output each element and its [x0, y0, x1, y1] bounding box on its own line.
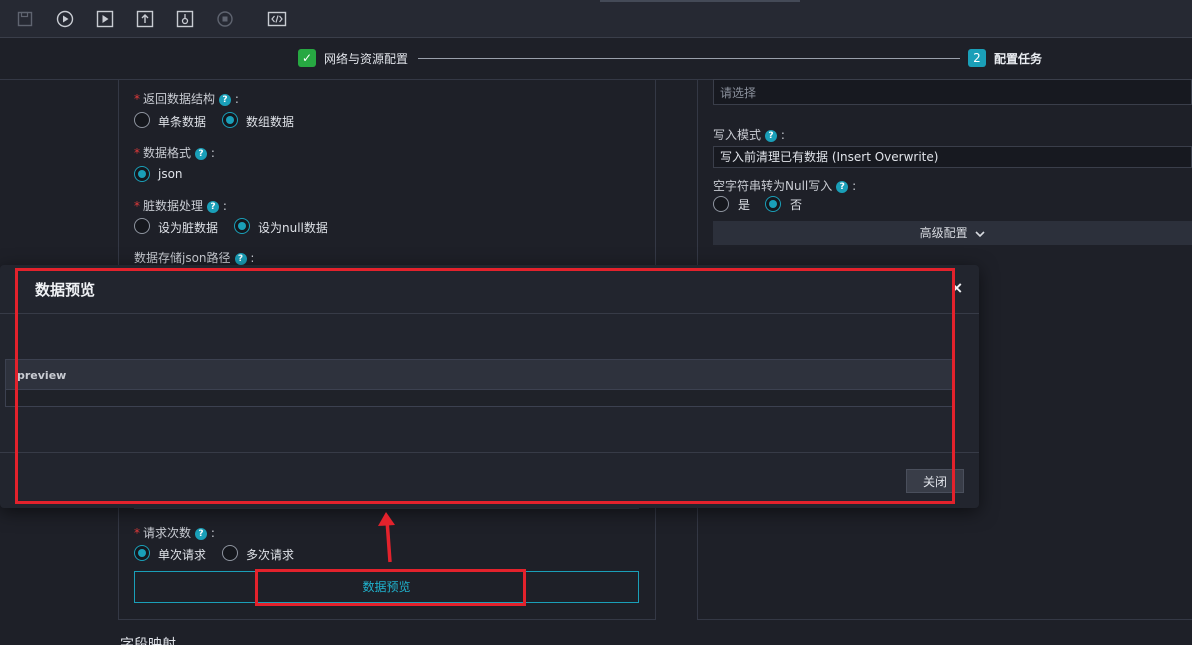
step-1-label[interactable]: 网络与资源配置: [324, 50, 408, 67]
step-2-number: 2: [968, 49, 986, 67]
highlight-box-modal: [15, 268, 955, 504]
save-icon[interactable]: [16, 10, 34, 28]
radio-dirty-data[interactable]: [134, 218, 150, 234]
radio-json-label: json: [158, 167, 183, 181]
radio-no-label: 否: [790, 198, 803, 212]
step-2-label[interactable]: 配置任务: [994, 50, 1042, 67]
data-format-label: * 数据格式? :: [134, 146, 215, 160]
code-view-icon[interactable]: [267, 10, 287, 28]
field-mapping-title: 字段映射: [120, 637, 176, 645]
target-select[interactable]: 请选择: [713, 79, 1192, 105]
radio-json[interactable]: [134, 166, 150, 182]
help-icon[interactable]: ?: [195, 527, 208, 540]
radio-dirty-data-label: 设为脏数据: [158, 221, 219, 235]
radio-multi-request-label: 多次请求: [246, 548, 295, 562]
radio-null-data[interactable]: [234, 218, 250, 234]
radio-yes[interactable]: [713, 196, 729, 212]
deploy-icon[interactable]: [176, 10, 194, 28]
step-done-check-icon: ✓: [298, 49, 316, 67]
radio-no[interactable]: [765, 196, 781, 212]
step-progress: ✓ 网络与资源配置 2 配置任务: [0, 38, 1192, 80]
radio-yes-label: 是: [738, 198, 751, 212]
radio-single-data-label: 单条数据: [158, 115, 207, 129]
radio-array-data[interactable]: [222, 112, 238, 128]
radio-single-request[interactable]: [134, 545, 150, 561]
write-mode-label: 写入模式? :: [713, 128, 785, 142]
request-count-label: * 请求次数? :: [134, 526, 215, 540]
empty-to-null-label: 空字符串转为Null写入? :: [713, 179, 857, 193]
radio-single-data[interactable]: [134, 112, 150, 128]
run-icon[interactable]: [56, 10, 74, 28]
help-icon[interactable]: ?: [207, 200, 220, 213]
radio-multi-request[interactable]: [222, 545, 238, 561]
dirty-data-label: * 脏数据处理? :: [134, 199, 227, 213]
stop-icon[interactable]: [216, 10, 234, 28]
write-mode-select[interactable]: 写入前清理已有数据 (Insert Overwrite): [713, 146, 1192, 168]
run-debug-icon[interactable]: [96, 10, 114, 28]
step-connector: [418, 58, 960, 59]
chevron-down-icon: [975, 222, 985, 246]
submit-icon[interactable]: [136, 10, 154, 28]
help-icon[interactable]: ?: [765, 129, 778, 142]
radio-single-request-label: 单次请求: [158, 548, 207, 562]
return-structure-label: * 返回数据结构? :: [134, 92, 239, 106]
help-icon[interactable]: ?: [836, 180, 849, 193]
top-toolbar: [0, 0, 1192, 38]
help-icon[interactable]: ?: [219, 93, 232, 106]
toolbar-top-line: [600, 0, 800, 2]
advanced-config-button[interactable]: 高级配置: [713, 221, 1192, 245]
annotation-arrow-icon: [378, 512, 395, 563]
help-icon[interactable]: ?: [234, 252, 247, 265]
advanced-config-label: 高级配置: [919, 226, 968, 240]
help-icon[interactable]: ?: [195, 147, 208, 160]
radio-null-data-label: 设为null数据: [258, 221, 328, 235]
json-path-label: 数据存储json路径? :: [134, 251, 255, 265]
radio-array-data-label: 数组数据: [246, 115, 295, 129]
highlight-box-preview-button: [255, 569, 526, 606]
